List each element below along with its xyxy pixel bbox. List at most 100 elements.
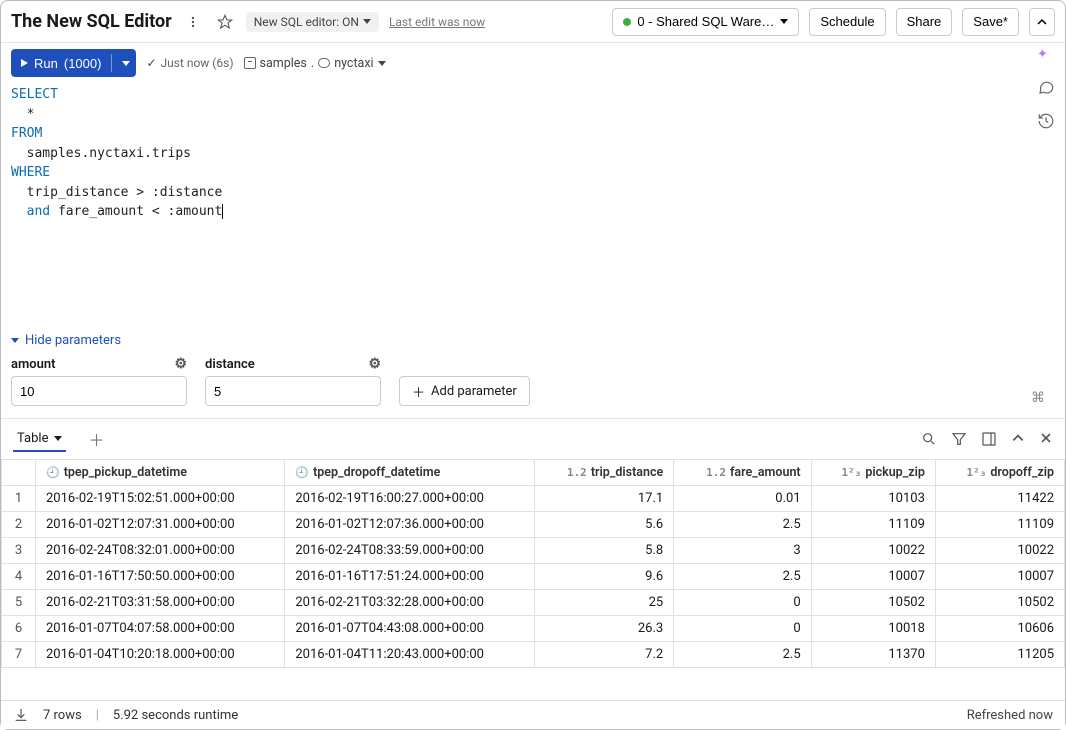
cell: 11422	[935, 486, 1064, 512]
cell-index: 3	[2, 538, 36, 564]
cell: 2016-02-19T16:00:27.000+00:00	[285, 486, 534, 512]
cell: 2016-02-21T03:32:28.000+00:00	[285, 590, 534, 616]
results-tab-table[interactable]: Table	[13, 427, 66, 452]
cell: 2016-02-24T08:33:59.000+00:00	[285, 538, 534, 564]
gear-icon[interactable]: ⚙	[174, 356, 187, 372]
cell: 17.1	[534, 486, 674, 512]
run-status: ✓ Just now (6s)	[146, 56, 233, 70]
sql-editor[interactable]: SELECT * FROM samples.nyctaxi.trips WHER…	[1, 83, 1065, 333]
cell: 11109	[811, 512, 935, 538]
filter-icon[interactable]	[951, 431, 967, 447]
run-button[interactable]: Run (1000)	[11, 49, 136, 77]
download-icon[interactable]	[13, 707, 29, 723]
cell: 2016-01-07T04:43:08.000+00:00	[285, 616, 534, 642]
editor-toggle[interactable]: New SQL editor: ON	[246, 12, 379, 32]
schedule-button[interactable]: Schedule	[809, 8, 885, 36]
cell: 5.8	[534, 538, 674, 564]
collapse-results-icon[interactable]	[1011, 431, 1025, 447]
table-row[interactable]: 12016-02-19T15:02:51.000+00:002016-02-19…	[2, 486, 1065, 512]
run-label: Run	[34, 56, 58, 71]
chevron-down-icon	[780, 19, 788, 24]
play-icon	[21, 59, 28, 67]
cell: 2016-01-07T04:07:58.000+00:00	[36, 616, 285, 642]
datetime-type-icon: 🕘	[46, 466, 60, 479]
param-label-amount: amount	[11, 357, 56, 372]
cell-index: 1	[2, 486, 36, 512]
table-row[interactable]: 62016-01-07T04:07:58.000+00:002016-01-07…	[2, 616, 1065, 642]
add-parameter-button[interactable]: ＋ Add parameter	[399, 376, 530, 406]
col-fare-amount[interactable]: 1.2fare_amount	[674, 460, 811, 486]
int-type-icon: 1²₃	[967, 466, 987, 479]
decimal-type-icon: 1.2	[706, 466, 726, 479]
table-row[interactable]: 32016-02-24T08:32:01.000+00:002016-02-24…	[2, 538, 1065, 564]
chevron-down-icon	[122, 61, 130, 66]
cell: 5.6	[534, 512, 674, 538]
cell-index: 4	[2, 564, 36, 590]
cell: 10007	[935, 564, 1064, 590]
cell: 2016-02-24T08:32:01.000+00:00	[36, 538, 285, 564]
catalog-path[interactable]: samples . nyctaxi	[244, 56, 386, 71]
cell: 2.5	[674, 564, 811, 590]
table-row[interactable]: 42016-01-16T17:50:50.000+00:002016-01-16…	[2, 564, 1065, 590]
close-icon[interactable]	[1039, 431, 1053, 447]
cell: 26.3	[534, 616, 674, 642]
hide-parameters-toggle[interactable]: Hide parameters	[1, 333, 1065, 356]
plus-icon: ＋	[412, 382, 425, 401]
cell: 10103	[811, 486, 935, 512]
search-icon[interactable]	[921, 431, 937, 447]
col-trip-distance[interactable]: 1.2trip_distance	[534, 460, 674, 486]
page-title: The New SQL Editor	[11, 11, 172, 32]
cell: 2016-02-21T03:31:58.000+00:00	[36, 590, 285, 616]
datetime-type-icon: 🕘	[295, 466, 309, 479]
cell: 2.5	[674, 512, 811, 538]
save-button[interactable]: Save*	[962, 8, 1019, 36]
cell: 0	[674, 616, 811, 642]
last-edit-link[interactable]: Last edit was now	[389, 15, 485, 29]
collapse-button[interactable]	[1029, 8, 1055, 36]
cell: 11370	[811, 642, 935, 668]
sparkle-icon[interactable]: ✦	[1037, 47, 1055, 62]
table-row[interactable]: 52016-02-21T03:31:58.000+00:002016-02-21…	[2, 590, 1065, 616]
cell: 10007	[811, 564, 935, 590]
cell: 10022	[811, 538, 935, 564]
refreshed-status: Refreshed now	[967, 708, 1053, 723]
decimal-type-icon: 1.2	[567, 466, 587, 479]
row-count: 7 rows	[43, 708, 82, 723]
layout-icon[interactable]	[981, 431, 997, 447]
more-menu-icon[interactable]	[182, 11, 204, 33]
chevron-down-icon	[11, 338, 19, 343]
add-tab-button[interactable]: ＋	[82, 425, 110, 453]
run-count: (1000)	[64, 56, 102, 71]
star-icon[interactable]	[214, 11, 236, 33]
status-dot-icon	[623, 18, 631, 26]
chevron-down-icon	[54, 436, 62, 441]
col-pickup-zip[interactable]: 1²₃pickup_zip	[811, 460, 935, 486]
cell: 2.5	[674, 642, 811, 668]
cell: 11109	[935, 512, 1064, 538]
keyboard-shortcut-icon[interactable]: ⌘	[1031, 390, 1055, 406]
cell: 7.2	[534, 642, 674, 668]
cell: 10502	[811, 590, 935, 616]
cell: 0.01	[674, 486, 811, 512]
cell-index: 2	[2, 512, 36, 538]
share-button[interactable]: Share	[896, 8, 953, 36]
table-row[interactable]: 22016-01-02T12:07:31.000+00:002016-01-02…	[2, 512, 1065, 538]
check-icon: ✓	[146, 56, 156, 70]
cell: 11205	[935, 642, 1064, 668]
col-pickup-dt[interactable]: 🕘tpep_pickup_datetime	[36, 460, 285, 486]
gear-icon[interactable]: ⚙	[368, 356, 381, 372]
param-input-distance[interactable]	[205, 376, 381, 406]
cell: 3	[674, 538, 811, 564]
results-table[interactable]: 🕘tpep_pickup_datetime 🕘tpep_dropoff_date…	[1, 459, 1065, 668]
table-row[interactable]: 72016-01-04T10:20:18.000+00:002016-01-04…	[2, 642, 1065, 668]
warehouse-selector[interactable]: 0 - Shared SQL Ware…	[612, 8, 799, 36]
cell: 0	[674, 590, 811, 616]
dataset-icon	[318, 58, 330, 68]
cell: 2016-01-16T17:51:24.000+00:00	[285, 564, 534, 590]
col-dropoff-dt[interactable]: 🕘tpep_dropoff_datetime	[285, 460, 534, 486]
col-dropoff-zip[interactable]: 1²₃dropoff_zip	[935, 460, 1064, 486]
int-type-icon: 1²₃	[841, 466, 861, 479]
param-input-amount[interactable]	[11, 376, 187, 406]
editor-toggle-label: New SQL editor: ON	[254, 15, 359, 29]
col-index	[2, 460, 36, 486]
